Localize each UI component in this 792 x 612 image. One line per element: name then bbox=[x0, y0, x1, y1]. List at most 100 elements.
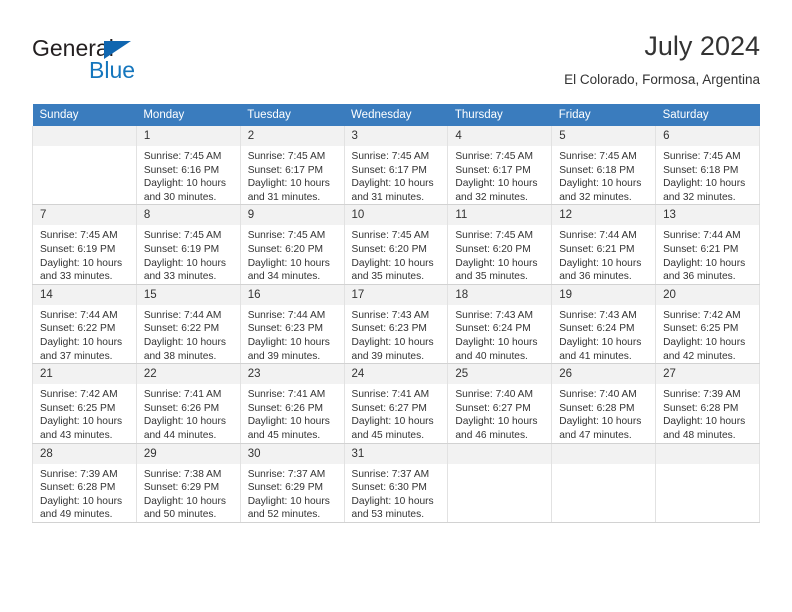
calendar-day-cell[interactable]: 1 Sunrise: 7:45 AM Sunset: 6:16 PM Daylight… bbox=[135, 126, 241, 206]
day-number: 21 bbox=[33, 364, 136, 385]
daylight-text: Daylight: 10 hours and 40 minutes. bbox=[455, 336, 538, 362]
calendar-day-cell[interactable]: 15 Sunrise: 7:44 AM Sunset: 6:22 PM Dayligh… bbox=[135, 284, 241, 365]
daylight-text: Daylight: 10 hours and 33 minutes. bbox=[143, 257, 226, 283]
sunset-text: Sunset: 6:20 PM bbox=[455, 243, 531, 255]
day-number: 8 bbox=[136, 205, 240, 226]
weekday-header-row: Sunday Monday Tuesday Wednesday Thursday… bbox=[32, 104, 760, 126]
calendar-day-cell[interactable]: 30 Sunrise: 7:37 AM Sunset: 6:29 PM Dayligh… bbox=[239, 443, 345, 523]
calendar-day-cell[interactable]: 23 Sunrise: 7:41 AM Sunset: 6:26 PM Dayligh… bbox=[239, 363, 345, 444]
daylight-text: Daylight: 10 hours and 36 minutes. bbox=[559, 257, 642, 283]
calendar-day-cell[interactable]: 28 Sunrise: 7:39 AM Sunset: 6:28 PM Dayligh… bbox=[32, 443, 137, 523]
calendar-day-cell[interactable]: 19 Sunrise: 7:43 AM Sunset: 6:24 PM Dayligh… bbox=[551, 284, 657, 365]
calendar-day-cell[interactable]: 7 Sunrise: 7:45 AM Sunset: 6:19 PM Daylight… bbox=[32, 204, 137, 285]
sunrise-text: Sunrise: 7:41 AM bbox=[143, 389, 222, 401]
daylight-text: Daylight: 10 hours and 32 minutes. bbox=[455, 178, 538, 203]
day-number: 18 bbox=[448, 284, 552, 305]
day-number: 12 bbox=[552, 205, 656, 226]
sunrise-text: Sunrise: 7:44 AM bbox=[663, 230, 741, 242]
calendar-day-cell[interactable]: 31 Sunrise: 7:37 AM Sunset: 6:30 PM Dayligh… bbox=[343, 443, 449, 523]
day-sun-info: Sunrise: 7:44 AM Sunset: 6:21 PM Daylight:… bbox=[552, 225, 655, 283]
sunrise-text: Sunrise: 7:45 AM bbox=[455, 151, 533, 162]
calendar-day-cell[interactable]: 27 Sunrise: 7:39 AM Sunset: 6:28 PM Dayligh… bbox=[655, 363, 760, 444]
calendar-day-cell[interactable]: 11 Sunrise: 7:45 AM Sunset: 6:20 PM Dayligh… bbox=[447, 204, 553, 285]
title-block: July 2024 El Colorado, Formosa, Argentin… bbox=[564, 30, 760, 90]
daylight-text: Daylight: 10 hours and 32 minutes. bbox=[663, 178, 746, 203]
sunrise-text: Sunrise: 7:45 AM bbox=[559, 151, 637, 162]
daylight-text: Daylight: 10 hours and 38 minutes. bbox=[143, 336, 226, 362]
sunset-text: Sunset: 6:28 PM bbox=[40, 482, 116, 494]
day-number: 14 bbox=[33, 284, 136, 305]
calendar-day-cell[interactable]: 29 Sunrise: 7:38 AM Sunset: 6:29 PM Dayligh… bbox=[135, 443, 241, 523]
day-number: 6 bbox=[656, 126, 759, 146]
daylight-text: Daylight: 10 hours and 46 minutes. bbox=[455, 416, 538, 441]
day-number: 7 bbox=[33, 205, 136, 226]
calendar-day-cell[interactable]: 8 Sunrise: 7:45 AM Sunset: 6:19 PM Daylight… bbox=[135, 204, 241, 285]
day-number: 20 bbox=[656, 284, 759, 305]
day-number: 19 bbox=[552, 284, 656, 305]
sunset-text: Sunset: 6:27 PM bbox=[351, 402, 427, 414]
calendar-day-cell[interactable]: 9 Sunrise: 7:45 AM Sunset: 6:20 PM Daylight… bbox=[239, 204, 345, 285]
sunrise-text: Sunrise: 7:43 AM bbox=[559, 309, 637, 321]
day-sun-info: Sunrise: 7:43 AM Sunset: 6:23 PM Daylight:… bbox=[345, 305, 448, 363]
day-sun-info: Sunrise: 7:43 AM Sunset: 6:24 PM Daylight:… bbox=[552, 305, 655, 363]
calendar-day-cell[interactable]: 18 Sunrise: 7:43 AM Sunset: 6:24 PM Dayligh… bbox=[447, 284, 553, 365]
calendar-day-cell[interactable]: 12 Sunrise: 7:44 AM Sunset: 6:21 PM Dayligh… bbox=[551, 204, 657, 285]
sunrise-text: Sunrise: 7:43 AM bbox=[455, 309, 533, 321]
calendar-day-cell[interactable]: 24 Sunrise: 7:41 AM Sunset: 6:27 PM Dayligh… bbox=[343, 363, 449, 444]
calendar-day-cell[interactable]: 25 Sunrise: 7:40 AM Sunset: 6:27 PM Dayligh… bbox=[447, 363, 553, 444]
day-sun-info: Sunrise: 7:45 AM Sunset: 6:19 PM Daylight:… bbox=[137, 225, 240, 283]
sunrise-text: Sunrise: 7:39 AM bbox=[663, 389, 741, 401]
weekday-header-friday: Friday bbox=[551, 104, 656, 126]
day-sun-info: Sunrise: 7:45 AM Sunset: 6:16 PM Daylight:… bbox=[137, 146, 240, 204]
daylight-text: Daylight: 10 hours and 34 minutes. bbox=[247, 257, 330, 283]
calendar-day-cell[interactable]: 5 Sunrise: 7:45 AM Sunset: 6:18 PM Daylight… bbox=[551, 126, 657, 206]
day-sun-info: Sunrise: 7:45 AM Sunset: 6:18 PM Daylight:… bbox=[552, 146, 655, 204]
day-sun-info: Sunrise: 7:45 AM Sunset: 6:17 PM Daylight:… bbox=[448, 146, 551, 204]
calendar-day-cell[interactable]: 22 Sunrise: 7:41 AM Sunset: 6:26 PM Dayligh… bbox=[135, 363, 241, 444]
location-subtitle: El Colorado, Formosa, Argentina bbox=[564, 72, 760, 87]
daylight-text: Daylight: 10 hours and 31 minutes. bbox=[247, 178, 330, 203]
calendar-day-cell[interactable]: 14 Sunrise: 7:44 AM Sunset: 6:22 PM Dayligh… bbox=[32, 284, 137, 365]
sunset-text: Sunset: 6:24 PM bbox=[559, 323, 635, 335]
sunrise-text: Sunrise: 7:38 AM bbox=[143, 468, 222, 480]
calendar-day-cell[interactable]: 13 Sunrise: 7:44 AM Sunset: 6:21 PM Dayligh… bbox=[655, 204, 760, 285]
sunrise-text: Sunrise: 7:45 AM bbox=[663, 151, 741, 162]
weekday-header-tuesday: Tuesday bbox=[240, 104, 345, 126]
day-number: 27 bbox=[656, 364, 759, 385]
sunset-text: Sunset: 6:19 PM bbox=[143, 243, 220, 255]
calendar-day-cell[interactable]: 21 Sunrise: 7:42 AM Sunset: 6:25 PM Dayligh… bbox=[32, 363, 137, 444]
day-sun-info: Sunrise: 7:38 AM Sunset: 6:29 PM Daylight:… bbox=[137, 464, 240, 522]
calendar-day-cell[interactable]: 17 Sunrise: 7:43 AM Sunset: 6:23 PM Dayligh… bbox=[343, 284, 449, 365]
daylight-text: Daylight: 10 hours and 30 minutes. bbox=[143, 178, 226, 203]
daylight-text: Daylight: 10 hours and 31 minutes. bbox=[351, 178, 434, 203]
calendar-page: General Blue July 2024 El Colorado, Form… bbox=[0, 0, 792, 612]
calendar-day-cell[interactable]: 20 Sunrise: 7:42 AM Sunset: 6:25 PM Dayligh… bbox=[655, 284, 760, 365]
calendar-body: 1 Sunrise: 7:45 AM Sunset: 6:16 PM Daylight… bbox=[32, 126, 760, 523]
day-sun-info: Sunrise: 7:44 AM Sunset: 6:21 PM Daylight:… bbox=[656, 225, 759, 283]
calendar-day-cell[interactable]: 26 Sunrise: 7:40 AM Sunset: 6:28 PM Dayligh… bbox=[551, 363, 657, 444]
day-number: 1 bbox=[136, 126, 240, 146]
sunrise-text: Sunrise: 7:44 AM bbox=[40, 309, 118, 321]
calendar-day-cell[interactable]: 3 Sunrise: 7:45 AM Sunset: 6:17 PM Daylight… bbox=[343, 126, 449, 206]
sunrise-text: Sunrise: 7:45 AM bbox=[351, 230, 430, 242]
daylight-text: Daylight: 10 hours and 53 minutes. bbox=[351, 495, 434, 521]
sunset-text: Sunset: 6:17 PM bbox=[247, 164, 324, 176]
calendar-day-cell[interactable]: 16 Sunrise: 7:44 AM Sunset: 6:23 PM Dayligh… bbox=[239, 284, 345, 365]
calendar-day-cell[interactable]: 2 Sunrise: 7:45 AM Sunset: 6:17 PM Daylight… bbox=[239, 126, 345, 206]
sunset-text: Sunset: 6:29 PM bbox=[143, 482, 220, 494]
day-number-placeholder bbox=[448, 443, 552, 464]
daylight-text: Daylight: 10 hours and 37 minutes. bbox=[40, 336, 123, 362]
calendar-day-cell[interactable]: 6 Sunrise: 7:45 AM Sunset: 6:18 PM Daylight… bbox=[655, 126, 760, 206]
day-sun-info: Sunrise: 7:40 AM Sunset: 6:27 PM Daylight:… bbox=[448, 384, 551, 442]
calendar-day-cell[interactable]: 10 Sunrise: 7:45 AM Sunset: 6:20 PM Dayligh… bbox=[343, 204, 449, 285]
day-number: 15 bbox=[136, 284, 240, 305]
day-number: 31 bbox=[344, 443, 448, 464]
day-number: 26 bbox=[552, 364, 656, 385]
day-sun-info: Sunrise: 7:45 AM Sunset: 6:18 PM Daylight:… bbox=[656, 146, 759, 204]
sunset-text: Sunset: 6:16 PM bbox=[143, 164, 220, 176]
calendar-week-row: 14 Sunrise: 7:44 AM Sunset: 6:22 PM Dayligh… bbox=[32, 284, 760, 365]
day-number-placeholder bbox=[552, 443, 656, 464]
calendar-day-cell[interactable]: 4 Sunrise: 7:45 AM Sunset: 6:17 PM Daylight… bbox=[447, 126, 553, 206]
day-sun-info: Sunrise: 7:45 AM Sunset: 6:20 PM Daylight:… bbox=[241, 225, 344, 283]
day-number: 29 bbox=[136, 443, 240, 464]
